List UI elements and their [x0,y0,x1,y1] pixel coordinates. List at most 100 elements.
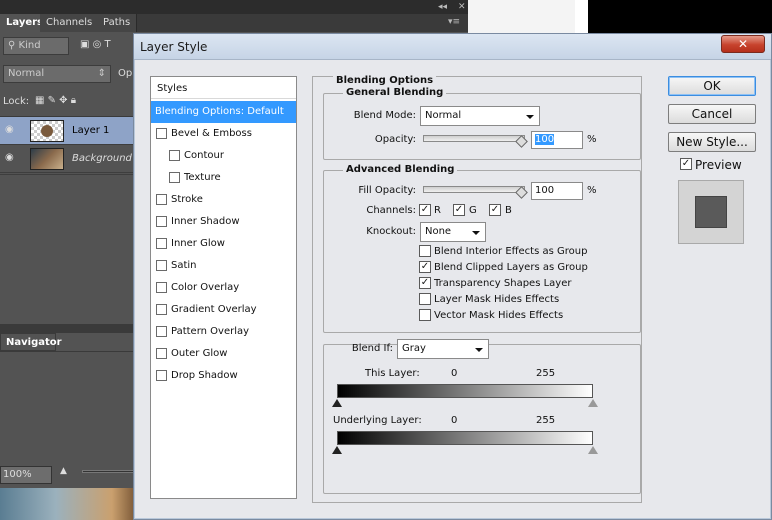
kind-filter[interactable]: ⚲ Kind [3,37,69,55]
style-checkbox[interactable] [169,172,180,183]
this-layer-black-handle[interactable] [332,399,342,407]
fill-opacity-input[interactable]: 100 [531,182,583,200]
dialog-titlebar[interactable]: Layer Style ✕ [134,34,771,60]
style-item-label: Texture [184,172,221,183]
underlying-layer-white-handle[interactable] [588,446,598,454]
filter-icons[interactable]: ▣ ◎ T [80,39,140,50]
style-checkbox[interactable] [156,348,167,359]
layer-mask-hides-checkbox[interactable] [419,293,431,305]
blend-mode-label: Blend Mode: [353,110,416,121]
channel-b-checkbox[interactable]: ✓ [489,204,501,216]
style-checkbox[interactable] [156,370,167,381]
zoom-slider[interactable] [82,470,134,473]
styles-header[interactable]: Styles [151,77,296,99]
style-item[interactable]: Gradient Overlay [151,299,296,321]
lock-icons[interactable]: ▦ ✎ ✥ 🔒︎ [35,95,135,106]
close-button[interactable]: ✕ [721,35,765,53]
style-checkbox[interactable] [156,260,167,271]
channel-r-checkbox[interactable]: ✓ [419,204,431,216]
vector-mask-hides-checkbox[interactable] [419,309,431,321]
blend-if-value: Gray [402,343,426,354]
layer-row[interactable]: ◉ Background [0,145,135,173]
style-item[interactable]: Pattern Overlay [151,321,296,343]
tab-navigator[interactable]: Navigator [0,333,62,351]
style-item[interactable]: Outer Glow [151,343,296,365]
blending-options-title: Blending Options [333,75,437,86]
blending-options-panel: Blending Options General Blending Blend … [312,75,642,503]
underlying-layer-gradient [337,431,593,445]
style-item[interactable]: Blending Options: Default [151,101,296,123]
zoom-out-icon[interactable]: ▲ [60,466,67,476]
style-checkbox[interactable] [156,216,167,227]
this-layer-white-handle[interactable] [588,399,598,407]
underlying-layer-max: 255 [536,415,556,426]
this-layer-max: 255 [536,368,556,379]
transparency-shapes-checkbox[interactable]: ✓ [419,277,431,289]
chevron-down-icon [526,115,534,119]
canvas-image [0,488,140,520]
panel-menu-icon[interactable]: ▾≡ [448,17,460,27]
opacity-input[interactable]: 100 [531,131,583,149]
navigator-body [0,351,135,466]
advanced-blending-title: Advanced Blending [343,164,458,175]
style-item-label: Stroke [171,194,203,205]
style-item[interactable]: Stroke [151,189,296,211]
channel-g-label: G [469,205,477,216]
blend-mode-select[interactable]: Normal [420,106,540,126]
eye-icon[interactable]: ◉ [5,153,19,163]
fill-opacity-unit: % [587,185,597,196]
this-layer-gradient [337,384,593,398]
style-checkbox[interactable] [156,304,167,315]
blend-mode-select[interactable]: Normal ⇕ [3,65,111,83]
chevron-down-icon [472,231,480,235]
eye-icon[interactable]: ◉ [5,125,19,135]
underlying-layer-min: 0 [451,415,458,426]
blend-interior-checkbox[interactable] [419,245,431,257]
blend-if-label: Blend If: [351,343,393,354]
style-checkbox[interactable] [156,238,167,249]
opacity-slider[interactable] [423,135,525,142]
cancel-button[interactable]: Cancel [668,104,756,124]
underlying-layer-black-handle[interactable] [332,446,342,454]
preview-checkbox[interactable]: ✓ [680,158,692,170]
style-item-label: Drop Shadow [171,370,238,381]
this-layer-min: 0 [451,368,458,379]
blend-clipped-checkbox[interactable]: ✓ [419,261,431,273]
zoom-field[interactable]: 100% [0,466,52,484]
style-checkbox[interactable] [156,326,167,337]
style-item[interactable]: Contour [151,145,296,167]
style-checkbox[interactable] [156,194,167,205]
style-checkbox[interactable] [156,128,167,139]
opacity-unit: % [587,134,597,145]
style-item[interactable]: Color Overlay [151,277,296,299]
collapse-icon[interactable]: ◂◂ [438,2,447,12]
fill-opacity-slider[interactable] [423,186,525,193]
tab-channels[interactable]: Channels [40,14,100,32]
dialog-title: Layer Style [140,40,208,54]
layer-mask-hides-label: Layer Mask Hides Effects [434,294,560,305]
chevron-down-icon [475,348,483,352]
style-checkbox[interactable] [169,150,180,161]
style-item[interactable]: Bevel & Emboss [151,123,296,145]
general-blending-title: General Blending [343,87,447,98]
channel-b-label: B [505,205,512,216]
close-panel-icon[interactable]: ✕ [458,2,466,12]
style-item[interactable]: Satin [151,255,296,277]
vector-mask-hides-label: Vector Mask Hides Effects [434,310,564,321]
knockout-select[interactable]: None [420,222,486,242]
styles-list: Styles Blending Options: Default Bevel & E… [150,76,297,499]
style-item[interactable]: Texture [151,167,296,189]
lock-label: Lock: [3,96,30,107]
style-item-label: Color Overlay [171,282,240,293]
style-checkbox[interactable] [156,282,167,293]
channel-g-checkbox[interactable]: ✓ [453,204,465,216]
style-item[interactable]: Inner Glow [151,233,296,255]
style-item[interactable]: Inner Shadow [151,211,296,233]
new-style-button[interactable]: New Style... [668,132,756,152]
tab-paths[interactable]: Paths [97,14,138,32]
underlying-layer-label: Underlying Layer: [333,415,422,426]
ok-button[interactable]: OK [668,76,756,96]
blend-if-select[interactable]: Gray [397,339,489,359]
layer-row[interactable]: ◉ Layer 1 [0,117,135,145]
style-item[interactable]: Drop Shadow [151,365,296,387]
